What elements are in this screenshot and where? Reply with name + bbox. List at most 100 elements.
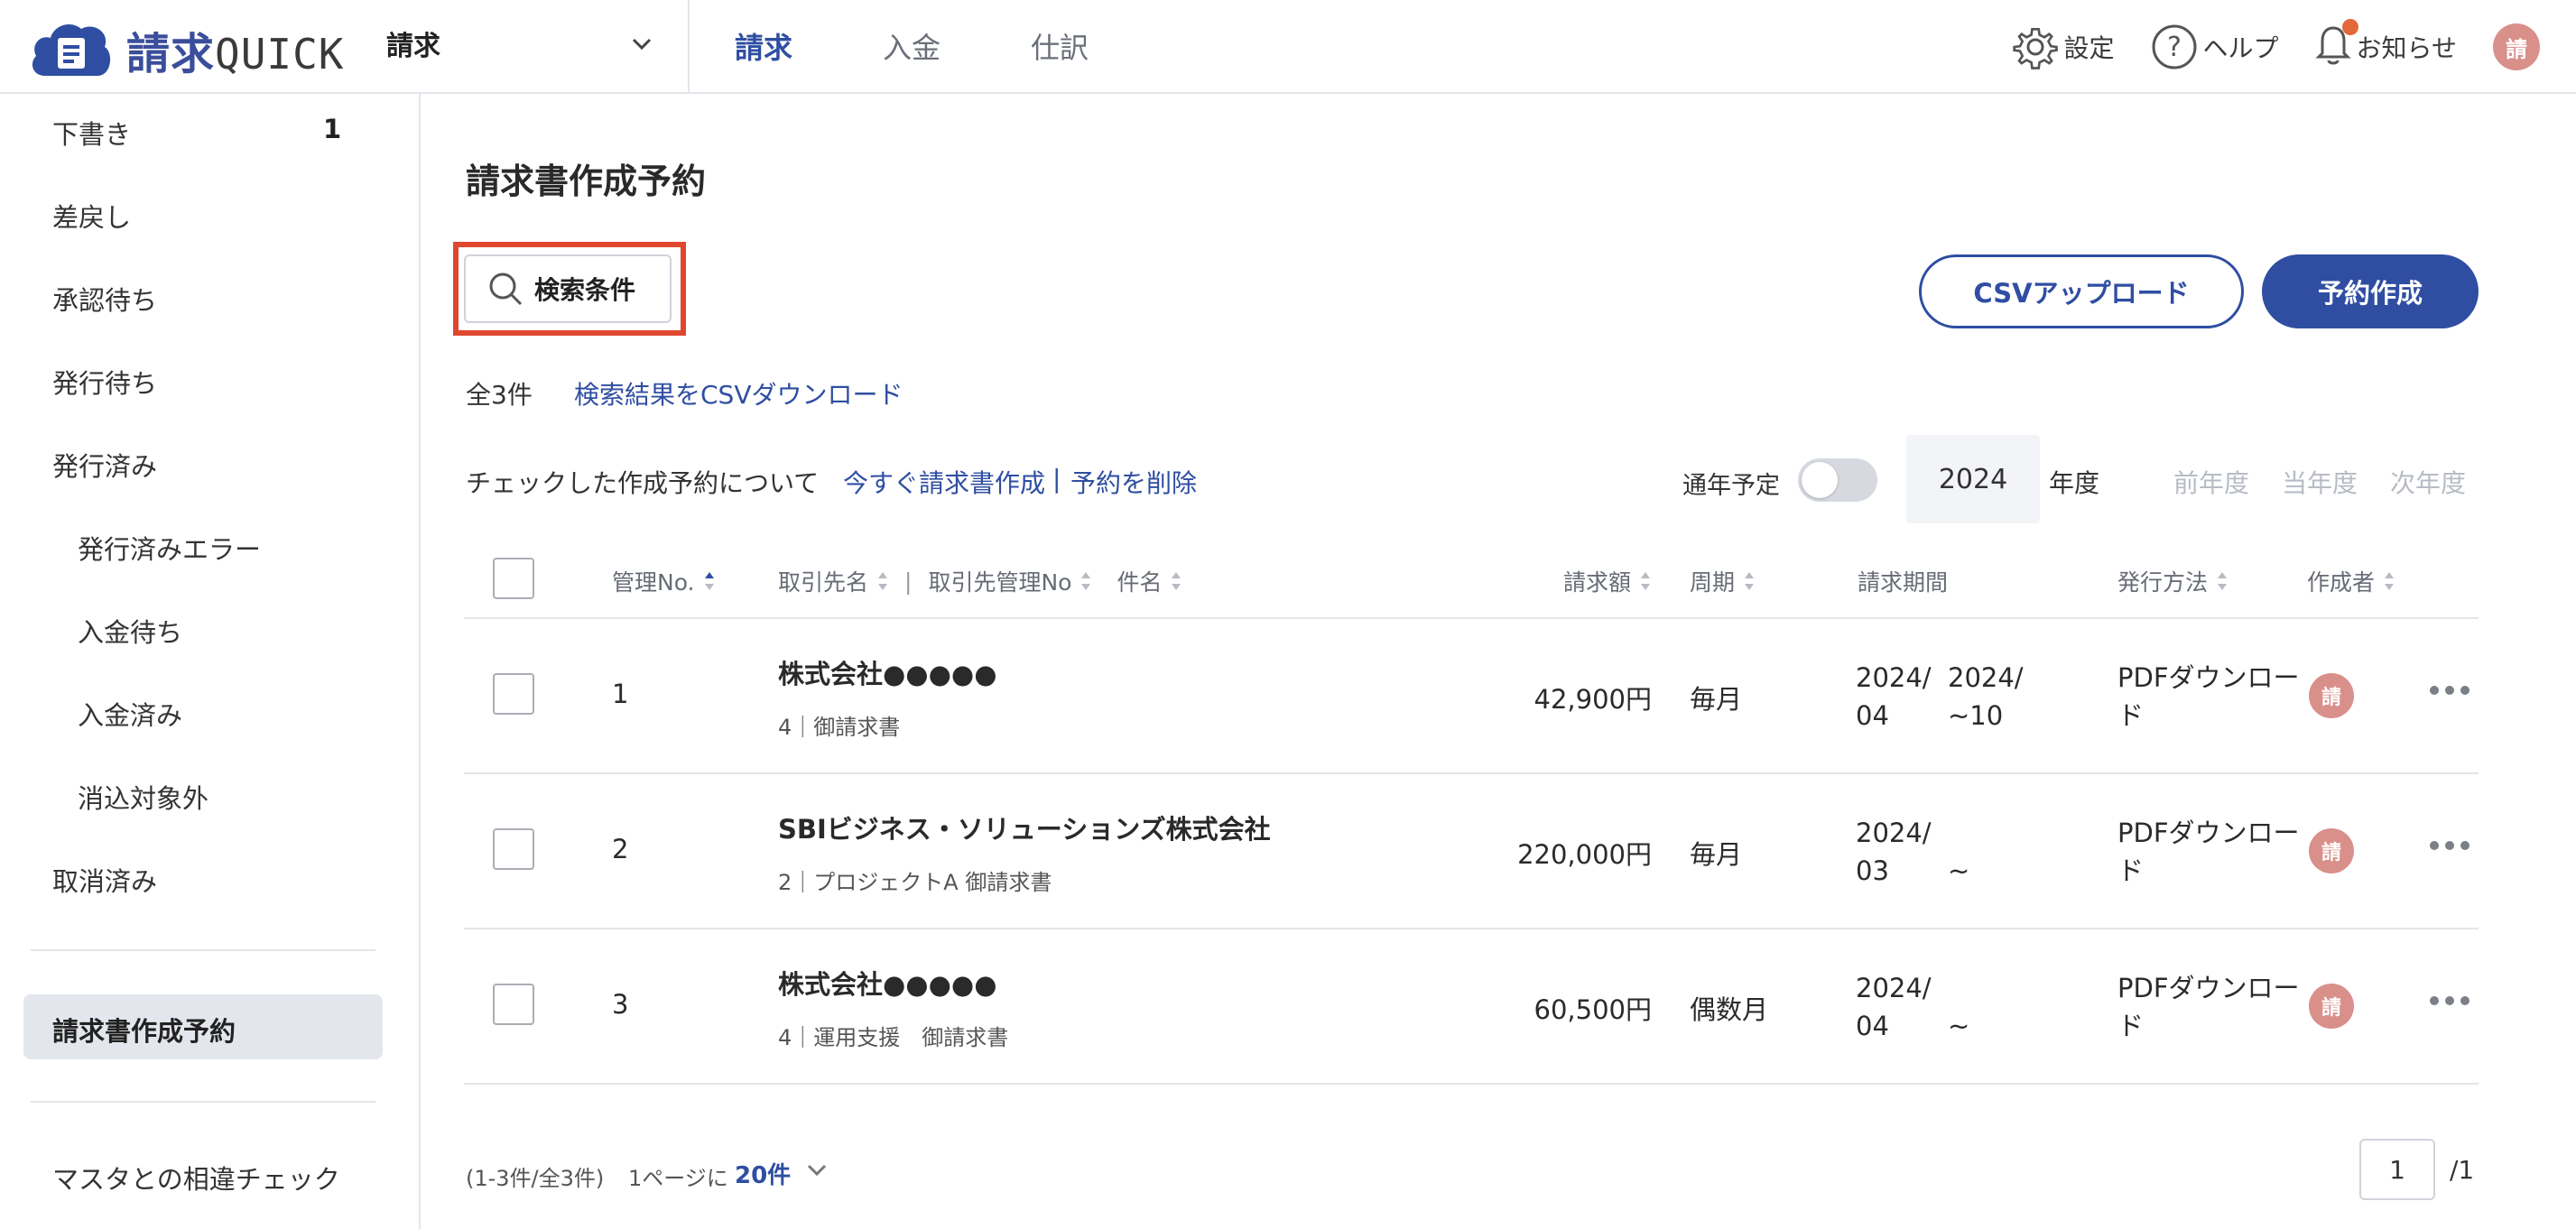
more-options-icon[interactable] (2430, 841, 2469, 852)
notifications-link[interactable]: お知らせ (2314, 18, 2457, 74)
col-header-period: 請求期間 (1858, 569, 1949, 596)
row-cycle: 偶数月 (1690, 994, 1769, 1025)
sidebar-divider (31, 949, 375, 951)
nav-billing[interactable]: 請求 (735, 25, 792, 67)
sort-icon (2217, 571, 2228, 591)
sidebar-item-cancelled[interactable]: 取消済み (52, 861, 157, 899)
col-header-client[interactable]: 取引先名 | 取引先管理No 件名 (778, 565, 1181, 597)
row-method: PDFダウンロー ド (2117, 662, 2300, 731)
select-all-checkbox[interactable] (493, 558, 534, 599)
logo-text: 請求QUICK (126, 29, 345, 79)
sidebar-item-drafts[interactable]: 下書き (52, 114, 131, 152)
csv-upload-button[interactable]: CSVアップロード (1919, 254, 2244, 328)
sidebar: 下書き 1 差戻し 承認待ち 発行待ち 発行済み 発行済みエラー 入金待ち 入金… (0, 94, 421, 1229)
sidebar-item-awaiting-payment[interactable]: 入金待ち (78, 612, 182, 650)
row-client[interactable]: SBIビジネス・ソリューションズ株式会社 (778, 809, 1271, 846)
this-year-button[interactable]: 当年度 (2282, 464, 2358, 500)
year-suffix: 年度 (2049, 468, 2100, 498)
create-reservation-button[interactable]: 予約作成 (2262, 254, 2479, 328)
nav-payment[interactable]: 入金 (883, 25, 941, 67)
header-right: 設定 ? ヘルプ お知らせ 請 (1976, 18, 2540, 76)
sidebar-item-master-diff-check[interactable]: マスタとの相違チェック (52, 1159, 340, 1197)
user-avatar[interactable]: 請 (2493, 23, 2540, 70)
next-year-button[interactable]: 次年度 (2390, 464, 2466, 500)
row-period-end: 2024/ ~10 (1948, 662, 2024, 731)
row-divider (464, 772, 2479, 774)
row-sub: 4｜御請求書 (778, 715, 901, 740)
sidebar-item-issued-error[interactable]: 発行済みエラー (78, 529, 261, 567)
col-header-amount[interactable]: 請求額 (1563, 565, 1651, 597)
sidebar-item-paid[interactable]: 入金済み (78, 695, 182, 733)
row-no: 1 (612, 679, 629, 709)
more-options-icon[interactable] (2430, 686, 2469, 697)
sort-icon (1744, 571, 1755, 591)
row-checkbox[interactable] (493, 984, 534, 1025)
row-cycle: 毎月 (1690, 839, 1743, 870)
settings-link[interactable]: 設定 (2012, 23, 2115, 70)
row-period-start: 2024/ 04 (1856, 973, 1932, 1041)
col-header-creator[interactable]: 作成者 (2307, 565, 2395, 597)
main-nav: 請求 入金 仕訳 (735, 25, 1179, 67)
row-period-start: 2024/ 04 (1856, 662, 1932, 731)
row-method: PDFダウンロー ド (2117, 973, 2300, 1041)
row-checkbox[interactable] (493, 828, 534, 870)
toggle-knob (1802, 462, 1838, 498)
csv-download-link[interactable]: 検索結果をCSVダウンロード (574, 375, 903, 411)
sidebar-item-excluded[interactable]: 消込対象外 (78, 778, 208, 816)
row-amount: 42,900円 (1534, 684, 1652, 715)
year-input[interactable]: 2024 (1906, 435, 2040, 523)
row-creator-avatar: 請 (2309, 828, 2354, 873)
row-client[interactable]: 株式会社●●●●● (778, 964, 997, 1002)
row-period-start: 2024/ 03 (1856, 818, 1932, 886)
bell-icon-wrap (2314, 18, 2358, 74)
row-method: PDFダウンロー ド (2117, 818, 2300, 886)
prev-year-button[interactable]: 前年度 (2173, 464, 2249, 500)
table-divider (464, 617, 2479, 619)
row-checkbox[interactable] (493, 673, 534, 715)
chevron-down-icon[interactable] (803, 1157, 830, 1184)
search-icon (489, 273, 523, 306)
row-amount: 60,500円 (1534, 994, 1652, 1025)
nav-journal[interactable]: 仕訳 (1031, 25, 1089, 67)
help-icon: ? (2152, 24, 2197, 69)
search-conditions-button[interactable]: 検索条件 (464, 254, 672, 323)
row-no: 2 (612, 834, 629, 864)
delete-reservation-link[interactable]: 予約を削除 (1070, 464, 1197, 500)
more-options-icon[interactable] (2430, 996, 2469, 1007)
sidebar-item-awaiting-approval[interactable]: 承認待ち (52, 280, 157, 318)
row-sub: 2｜プロジェクトA 御請求書 (778, 870, 1052, 895)
annual-schedule-toggle[interactable] (1798, 458, 1877, 502)
row-creator-avatar: 請 (2309, 673, 2354, 718)
sidebar-item-awaiting-issue[interactable]: 発行待ち (52, 363, 157, 401)
sidebar-item-returned[interactable]: 差戻し (52, 197, 131, 235)
sidebar-item-issued[interactable]: 発行済み (52, 446, 157, 484)
per-page-select[interactable]: 20件 (735, 1157, 791, 1190)
sort-asc-icon (704, 571, 715, 591)
notification-dot (2341, 18, 2358, 35)
svg-text:?: ? (2167, 32, 2182, 63)
row-creator-avatar: 請 (2309, 984, 2354, 1029)
col-header-no[interactable]: 管理No. (612, 565, 715, 597)
page-title: 請求書作成予約 (466, 162, 707, 201)
create-now-link[interactable]: 今すぐ請求書作成 (843, 464, 1045, 500)
col-header-method[interactable]: 発行方法 (2117, 565, 2228, 597)
col-header-cycle[interactable]: 周期 (1690, 565, 1755, 597)
row-amount: 220,000円 (1517, 839, 1652, 870)
help-link[interactable]: ? ヘルプ (2151, 23, 2279, 70)
chevron-down-icon (632, 38, 652, 51)
sort-icon (1640, 571, 1651, 591)
row-cycle: 毎月 (1690, 684, 1743, 715)
paging-range: (1-3件/全3件) (466, 1166, 605, 1191)
sidebar-divider (31, 1101, 375, 1103)
sort-icon (2384, 571, 2395, 591)
row-client[interactable]: 株式会社●●●●● (778, 653, 997, 691)
top-header: 請求QUICK 請求 請求 入金 仕訳 設定 ? ヘルプ お知らせ 請 (0, 0, 2576, 94)
row-period-end: ~ (1948, 1011, 1970, 1041)
page-number-input[interactable]: 1 (2359, 1139, 2435, 1200)
product-select[interactable]: 請求 (386, 23, 657, 69)
sidebar-item-invoice-reservation[interactable]: 請求書作成予約 (23, 994, 383, 1059)
gear-icon (2012, 27, 2058, 69)
annual-schedule-label: 通年予定 (1682, 472, 1780, 500)
row-sub: 4｜運用支援 御請求書 (778, 1025, 1009, 1050)
logo-cloud-icon (32, 24, 111, 76)
